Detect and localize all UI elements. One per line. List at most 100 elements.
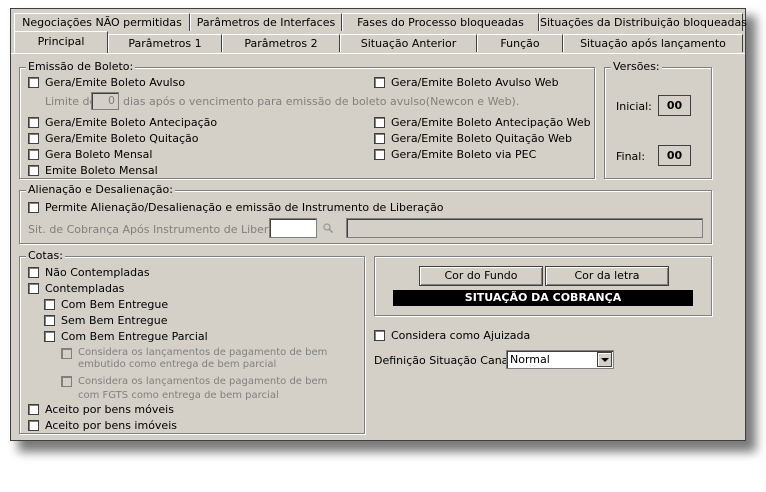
- considera-fgts-line1: Considera os lançamentos de pagamento de…: [78, 376, 328, 387]
- checkbox-box[interactable]: [374, 330, 385, 341]
- alienacao-legend: Alienação e Desalienação:: [26, 183, 175, 196]
- tab-parametros-2[interactable]: Parâmetros 2: [222, 34, 340, 52]
- checkbox-box[interactable]: [61, 376, 72, 387]
- antecipacao-checkbox[interactable]: Gera/Emite Boleto Antecipação: [28, 116, 217, 129]
- checkbox-box[interactable]: [28, 117, 39, 128]
- bens-imoveis-checkbox[interactable]: Aceito por bens imóveis: [28, 419, 177, 432]
- com-bem-checkbox[interactable]: Com Bem Entregue: [44, 298, 168, 311]
- antecipacao-label: Gera/Emite Boleto Antecipação: [45, 116, 218, 129]
- versoes-group: Versões: Inicial: 00 Final: 00: [604, 60, 712, 179]
- antecipacao-web-checkbox[interactable]: Gera/Emite Boleto Antecipação Web: [374, 116, 591, 129]
- checkbox-box[interactable]: [28, 77, 39, 88]
- checkbox-box[interactable]: [28, 149, 39, 160]
- inicial-label: Inicial:: [616, 100, 652, 113]
- avulso-label: Gera/Emite Boleto Avulso: [45, 76, 186, 89]
- permite-alienacao-checkbox[interactable]: Permite Alienação/Desalienação e emissão…: [28, 201, 444, 214]
- com-bem-parcial-checkbox[interactable]: Com Bem Entregue Parcial: [44, 330, 208, 343]
- situacao-preview: SITUAÇÃO DA COBRANÇA: [393, 290, 693, 306]
- tab-parametros-1[interactable]: Parâmetros 1: [108, 34, 222, 52]
- tab-situacao-anterior[interactable]: Situação Anterior: [340, 34, 477, 52]
- checkbox-box[interactable]: [28, 404, 39, 415]
- sem-bem-checkbox[interactable]: Sem Bem Entregue: [44, 314, 168, 327]
- considera-embutido-checkbox[interactable]: Considera os lançamentos de pagamento de…: [61, 347, 327, 371]
- emite-mensal-checkbox[interactable]: Emite Boleto Mensal: [28, 164, 158, 177]
- quitacao-web-label: Gera/Emite Boleto Quitação Web: [391, 132, 572, 145]
- pec-checkbox[interactable]: Gera/Emite Boleto via PEC: [374, 148, 536, 161]
- ajuizada-checkbox[interactable]: Considera como Ajuizada: [374, 329, 530, 342]
- limite-input[interactable]: 0: [91, 92, 119, 110]
- ajuizada-label: Considera como Ajuizada: [391, 329, 531, 342]
- tab-funcao[interactable]: Função: [477, 34, 563, 52]
- contempladas-label: Contempladas: [45, 282, 125, 295]
- antecipacao-web-label: Gera/Emite Boleto Antecipação Web: [391, 116, 591, 129]
- tab-negociacoes[interactable]: Negociações NÃO permitidas: [14, 13, 190, 31]
- inicial-value: 00: [658, 95, 691, 116]
- pec-label: Gera/Emite Boleto via PEC: [391, 148, 537, 161]
- tab-parametros-interfaces[interactable]: Parâmetros de Interfaces: [190, 13, 342, 31]
- cotas-legend: Cotas:: [26, 249, 65, 262]
- canal-value: Normal: [510, 353, 550, 366]
- avulso-checkbox[interactable]: Gera/Emite Boleto Avulso: [28, 76, 185, 89]
- dialog-window: Negociações NÃO permitidas Parâmetros de…: [10, 8, 747, 441]
- tab-situacoes-distribuicao[interactable]: Situações da Distribuição bloqueadas: [539, 13, 747, 31]
- bens-imoveis-label: Aceito por bens imóveis: [45, 419, 177, 432]
- checkbox-box[interactable]: [374, 77, 385, 88]
- canal-label: Definição Situação Canal:: [374, 354, 516, 367]
- alienacao-group: Alienação e Desalienação: Permite Aliena…: [19, 183, 712, 244]
- contempladas-checkbox[interactable]: Contempladas: [28, 282, 124, 295]
- sem-bem-label: Sem Bem Entregue: [61, 314, 168, 327]
- nao-contempladas-checkbox[interactable]: Não Contempladas: [28, 266, 150, 279]
- tab-principal[interactable]: Principal: [14, 31, 108, 53]
- checkbox-box[interactable]: [28, 420, 39, 431]
- sit-cobranca-description: [346, 218, 703, 238]
- checkbox-box[interactable]: [374, 133, 385, 144]
- checkbox-box[interactable]: [374, 149, 385, 160]
- checkbox-box[interactable]: [28, 165, 39, 176]
- checkbox-box[interactable]: [61, 348, 72, 359]
- mensal-label: Gera Boleto Mensal: [45, 148, 153, 161]
- avulso-web-label: Gera/Emite Boleto Avulso Web: [391, 76, 559, 89]
- emite-mensal-label: Emite Boleto Mensal: [45, 164, 158, 177]
- final-value: 00: [658, 145, 691, 166]
- considera-embutido-line1: Considera os lançamentos de pagamento de…: [78, 347, 328, 358]
- bens-moveis-label: Aceito por bens móveis: [45, 403, 174, 416]
- checkbox-box[interactable]: [28, 283, 39, 294]
- cor-letra-button[interactable]: Cor da letra: [545, 266, 669, 286]
- considera-fgts-checkbox[interactable]: Considera os lançamentos de pagamento de…: [61, 375, 327, 403]
- boleto-group: Emissão de Boleto: Gera/Emite Boleto Avu…: [19, 60, 595, 179]
- limite-suffix: dias após o vencimento para emissão de b…: [123, 95, 520, 108]
- versoes-legend: Versões:: [611, 60, 662, 73]
- boleto-legend: Emissão de Boleto:: [26, 60, 136, 73]
- cotas-group: Cotas: Não Contempladas Contempladas Com…: [19, 249, 365, 434]
- tab-panel-principal: Emissão de Boleto: Gera/Emite Boleto Avu…: [11, 53, 745, 440]
- checkbox-box[interactable]: [28, 202, 39, 213]
- nao-contempladas-label: Não Contempladas: [45, 266, 150, 279]
- tab-situacao-apos-lancamento[interactable]: Situação após lançamento: [563, 34, 743, 52]
- com-bem-parcial-label: Com Bem Entregue Parcial: [61, 330, 208, 343]
- quitacao-checkbox[interactable]: Gera/Emite Boleto Quitação: [28, 132, 198, 145]
- checkbox-box[interactable]: [28, 133, 39, 144]
- final-label: Final:: [616, 150, 646, 163]
- limite-prefix: Limite de: [45, 95, 97, 108]
- com-bem-label: Com Bem Entregue: [61, 298, 169, 311]
- mensal-checkbox[interactable]: Gera Boleto Mensal: [28, 148, 152, 161]
- search-icon[interactable]: [323, 223, 333, 233]
- quitacao-label: Gera/Emite Boleto Quitação: [45, 132, 199, 145]
- considera-fgts-line2: com FGTS como entrega de bem parcial: [78, 390, 279, 401]
- bens-moveis-checkbox[interactable]: Aceito por bens móveis: [28, 403, 174, 416]
- sit-cobranca-code-input[interactable]: [269, 218, 317, 238]
- permite-alienacao-label: Permite Alienação/Desalienação e emissão…: [45, 201, 444, 214]
- checkbox-box[interactable]: [44, 299, 55, 310]
- checkbox-box[interactable]: [44, 315, 55, 326]
- checkbox-box[interactable]: [28, 267, 39, 278]
- tab-fases-processo[interactable]: Fases do Processo bloqueadas: [342, 13, 539, 31]
- chevron-down-icon[interactable]: [597, 352, 612, 367]
- avulso-web-checkbox[interactable]: Gera/Emite Boleto Avulso Web: [374, 76, 559, 89]
- considera-embutido-line2: embutido como entrega de bem parcial: [78, 359, 277, 370]
- quitacao-web-checkbox[interactable]: Gera/Emite Boleto Quitação Web: [374, 132, 572, 145]
- checkbox-box[interactable]: [44, 331, 55, 342]
- checkbox-box[interactable]: [374, 117, 385, 128]
- sit-cobranca-label: Sit. de Cobrança Após Instrumento de Lib…: [28, 223, 299, 236]
- cor-fundo-button[interactable]: Cor do Fundo: [419, 266, 543, 286]
- canal-select[interactable]: Normal: [506, 350, 614, 369]
